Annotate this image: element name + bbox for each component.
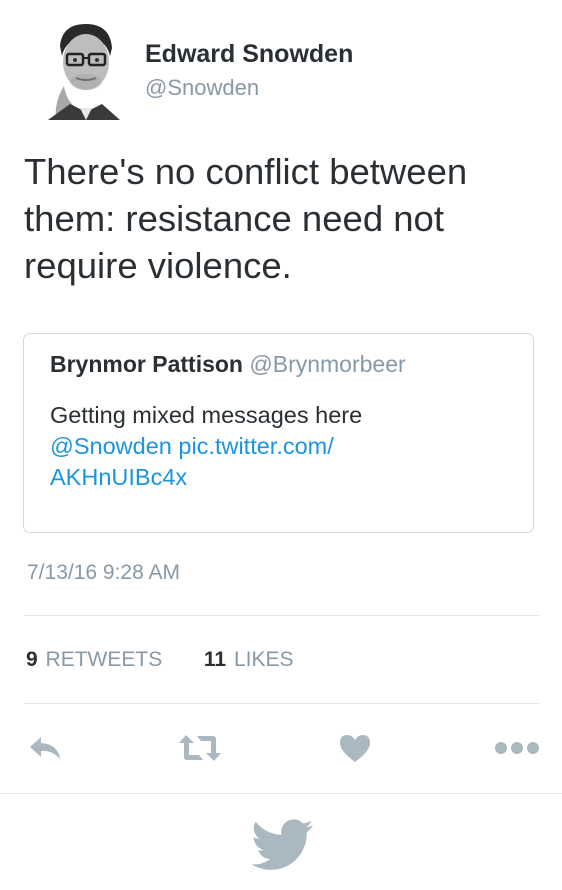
quoted-author-name: Brynmor Pattison [50,351,243,377]
more-icon [495,742,539,754]
tweet-text: There's no conflict between them: resist… [24,151,468,286]
quoted-tweet-header: Brynmor Pattison @Brynmorbeer [50,348,406,380]
likes-stat[interactable]: 11 LIKES [204,648,294,671]
divider [24,703,540,704]
likes-count: 11 [203,648,227,671]
likes-label: LIKES [233,648,294,671]
quoted-author-handle: @Brynmorbeer [249,351,406,377]
retweets-count: 9 [26,648,38,671]
quoted-tweet-card[interactable]: Brynmor Pattison @Brynmorbeer Getting mi… [23,333,534,533]
retweet-icon [179,735,221,761]
retweet-button[interactable] [170,728,230,768]
quoted-pic-link-part1: pic.twitter.com/ [178,433,334,459]
like-button[interactable] [330,728,380,768]
avatar[interactable] [40,16,128,120]
divider [24,615,540,616]
twitter-logo[interactable] [251,818,314,872]
quoted-mention-link[interactable]: @Snowden [50,433,172,459]
twitter-bird-icon [251,819,313,870]
heart-icon [340,735,370,762]
quoted-pic-link-part2: AKHnUIBc4x [50,464,188,490]
tweet-stats: 9 RETWEETS 11 LIKES [26,645,293,675]
tweet-timestamp[interactable]: 7/13/16 9:28 AM [27,558,180,588]
reply-button[interactable] [20,728,70,768]
quoted-tweet-body: Getting mixed messages here [50,402,363,428]
retweets-stat[interactable]: 9 RETWEETS [26,648,168,671]
avatar-photo-icon [40,16,128,120]
reply-icon [30,737,60,759]
author-handle[interactable]: @Snowden [145,73,259,103]
quoted-tweet-text: Getting mixed messages here @Snowden pic… [50,400,490,493]
retweets-label: RETWEETS [45,648,163,671]
more-button[interactable] [490,728,544,768]
divider [0,793,562,794]
author-name[interactable]: Edward Snowden [145,38,353,70]
